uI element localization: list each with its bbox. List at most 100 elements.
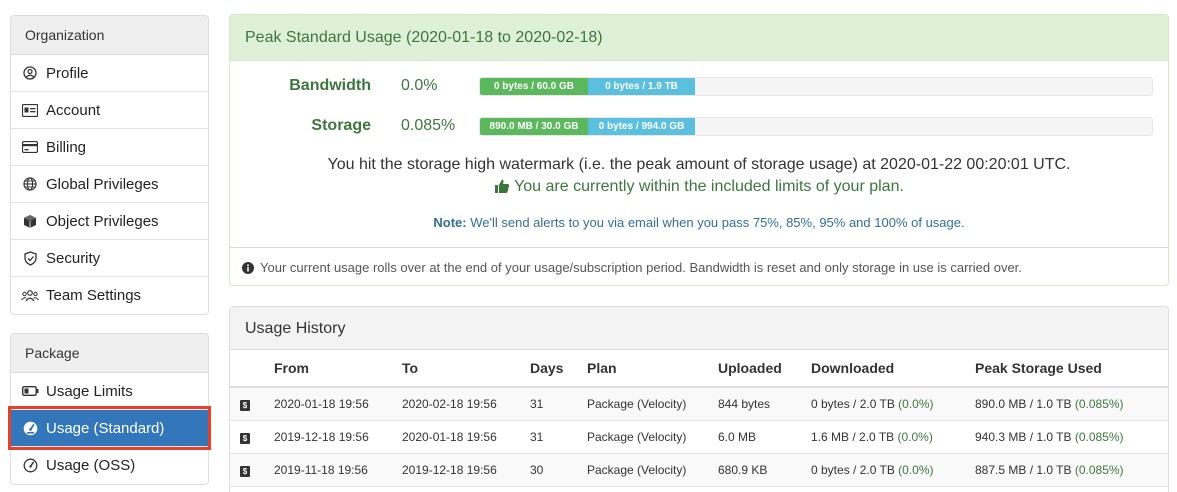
sidebar-item-account[interactable]: Account <box>11 92 208 129</box>
sidebar-item-usage-oss[interactable]: Usage (OSS) <box>11 447 208 484</box>
cell-peak-storage: 940.3 MB / 1.0 TB (0.085%) <box>975 420 1168 454</box>
table-row: $ 2019-12-18 19:56 2020-01-18 19:56 31 P… <box>230 420 1168 454</box>
cell-peak-storage: 890.0 MB / 1.0 TB (0.085%) <box>975 387 1168 421</box>
sidebar-item-label: Usage Limits <box>46 382 133 400</box>
sidebar-item-label: Object Privileges <box>46 212 159 230</box>
shield-icon <box>21 249 39 267</box>
cell-downloaded: 0 bytes / 2.0 TB (0.0%) <box>811 387 975 421</box>
sidebar-item-profile[interactable]: Profile <box>11 55 208 92</box>
cell-days: 31 <box>530 420 587 454</box>
column-header-downloaded: Downloaded <box>811 350 975 388</box>
peak-storage-percent: (0.085%) <box>1074 396 1124 411</box>
cell-from: 2019-12-18 19:56 <box>274 420 402 454</box>
storage-overage-segment: 0 bytes / 994.0 GB <box>588 118 695 135</box>
column-header-plan: Plan <box>587 350 718 388</box>
package-panel: Package Usage Limits Usage (Standard) Us… <box>10 333 209 485</box>
usage-history-table: From To Days Plan Uploaded Downloaded Pe… <box>230 350 1168 487</box>
cell-to: 2020-01-18 19:56 <box>402 420 530 454</box>
table-header-row: From To Days Plan Uploaded Downloaded Pe… <box>230 350 1168 388</box>
cell-to: 2020-02-18 19:56 <box>402 387 530 421</box>
peak-storage-percent: (0.085%) <box>1074 429 1124 444</box>
usage-history-panel: Usage History From To Days Plan Uploaded… <box>229 306 1169 492</box>
bandwidth-overage-segment: 0 bytes / 1.9 TB <box>588 78 695 95</box>
invoice-icon[interactable]: $ <box>240 399 250 411</box>
peak-storage-value: 887.5 MB / 1.0 TB <box>975 462 1072 477</box>
cell-days: 31 <box>530 387 587 421</box>
column-header-uploaded: Uploaded <box>718 350 811 388</box>
gauge-outline-icon <box>21 457 39 475</box>
column-header-peak-storage: Peak Storage Used <box>975 350 1168 388</box>
peak-usage-title: Peak Standard Usage (2020-01-18 to 2020-… <box>230 15 1168 61</box>
bandwidth-meter: Bandwidth 0.0% 0 bytes / 60.0 GB 0 bytes… <box>230 75 1168 97</box>
sidebar-item-label: Team Settings <box>46 287 142 304</box>
bandwidth-label: Bandwidth <box>289 77 371 94</box>
downloaded-value: 0 bytes / 2.0 TB <box>811 396 895 411</box>
cell-downloaded: 0 bytes / 2.0 TB (0.0%) <box>811 453 975 487</box>
downloaded-percent: (0.0%) <box>898 462 934 477</box>
note-label: Note: <box>433 215 467 230</box>
peak-storage-percent: (0.085%) <box>1074 462 1124 477</box>
downloaded-percent: (0.0%) <box>897 429 933 444</box>
id-card-icon <box>21 101 39 119</box>
globe-icon <box>21 175 39 193</box>
bandwidth-included-segment: 0 bytes / 60.0 GB <box>480 78 588 95</box>
sidebar-item-billing[interactable]: Billing <box>11 129 208 166</box>
storage-label: Storage <box>311 117 371 134</box>
sidebar-item-security[interactable]: Security <box>11 240 208 277</box>
alert-note: Note: We'll send alerts to you via email… <box>230 215 1168 230</box>
thumbs-up-icon <box>495 179 510 193</box>
bandwidth-percent: 0.0% <box>401 77 438 94</box>
invoice-icon[interactable]: $ <box>240 432 250 444</box>
cell-from: 2019-11-18 19:56 <box>274 453 402 487</box>
cell-uploaded: 844 bytes <box>718 387 811 421</box>
user-circle-icon <box>21 64 39 82</box>
cell-plan: Package (Velocity) <box>587 387 718 421</box>
users-icon <box>21 287 39 305</box>
cell-plan: Package (Velocity) <box>587 453 718 487</box>
info-icon <box>242 261 254 274</box>
column-header-icon <box>230 350 274 388</box>
within-limits-message: You are currently within the included li… <box>230 178 1168 196</box>
storage-included-segment: 890.0 MB / 30.0 GB <box>480 118 588 135</box>
cell-peak-storage: 887.5 MB / 1.0 TB (0.085%) <box>975 453 1168 487</box>
cell-uploaded: 680.9 KB <box>718 453 811 487</box>
column-header-to: To <box>402 350 530 388</box>
cell-uploaded: 6.0 MB <box>718 420 811 454</box>
organization-panel: Organization Profile Account Billing Glo… <box>10 15 209 315</box>
sidebar-item-label: Usage (OSS) <box>46 457 136 474</box>
sidebar-item-object-privileges[interactable]: Object Privileges <box>11 203 208 240</box>
note-text: We'll send alerts to you via email when … <box>470 215 965 230</box>
cell-downloaded: 1.6 MB / 2.0 TB (0.0%) <box>811 420 975 454</box>
sidebar-item-global-privileges[interactable]: Global Privileges <box>11 166 208 203</box>
cube-icon <box>21 212 39 230</box>
battery-icon <box>21 382 39 400</box>
table-row: $ 2019-11-18 19:56 2019-12-18 19:56 30 P… <box>230 453 1168 487</box>
cell-to: 2019-12-18 19:56 <box>402 453 530 487</box>
table-row: $ 2020-01-18 19:56 2020-02-18 19:56 31 P… <box>230 387 1168 421</box>
peak-storage-value: 890.0 MB / 1.0 TB <box>975 396 1072 411</box>
credit-card-icon <box>21 138 39 156</box>
sidebar-item-team-settings[interactable]: Team Settings <box>11 277 208 314</box>
storage-percent: 0.085% <box>401 117 456 134</box>
sidebar-item-usage-standard[interactable]: Usage (Standard) <box>11 410 208 447</box>
cell-days: 30 <box>530 453 587 487</box>
cell-plan: Package (Velocity) <box>587 420 718 454</box>
downloaded-value: 1.6 MB / 2.0 TB <box>811 429 895 444</box>
peak-storage-value: 940.3 MB / 1.0 TB <box>975 429 1072 444</box>
sidebar-item-usage-limits[interactable]: Usage Limits <box>11 373 208 410</box>
storage-watermark-text: You hit the storage high watermark (i.e.… <box>327 156 1071 173</box>
storage-bar: 890.0 MB / 30.0 GB 0 bytes / 994.0 GB <box>479 117 1153 136</box>
downloaded-value: 0 bytes / 2.0 TB <box>811 462 895 477</box>
cell-from: 2020-01-18 19:56 <box>274 387 402 421</box>
storage-meter: Storage 0.085% 890.0 MB / 30.0 GB 0 byte… <box>230 115 1168 137</box>
peak-usage-panel: Peak Standard Usage (2020-01-18 to 2020-… <box>229 14 1169 286</box>
within-limits-text: You are currently within the included li… <box>514 178 904 195</box>
invoice-icon[interactable]: $ <box>240 465 250 477</box>
sidebar-item-label: Billing <box>46 138 87 156</box>
package-heading: Package <box>11 334 208 373</box>
rollover-text: Your current usage rolls over at the end… <box>260 260 1022 275</box>
sidebar-item-label: Global Privileges <box>46 175 159 193</box>
organization-heading: Organization <box>11 16 208 55</box>
rollover-info: Your current usage rolls over at the end… <box>230 247 1168 285</box>
column-header-from: From <box>274 350 402 388</box>
